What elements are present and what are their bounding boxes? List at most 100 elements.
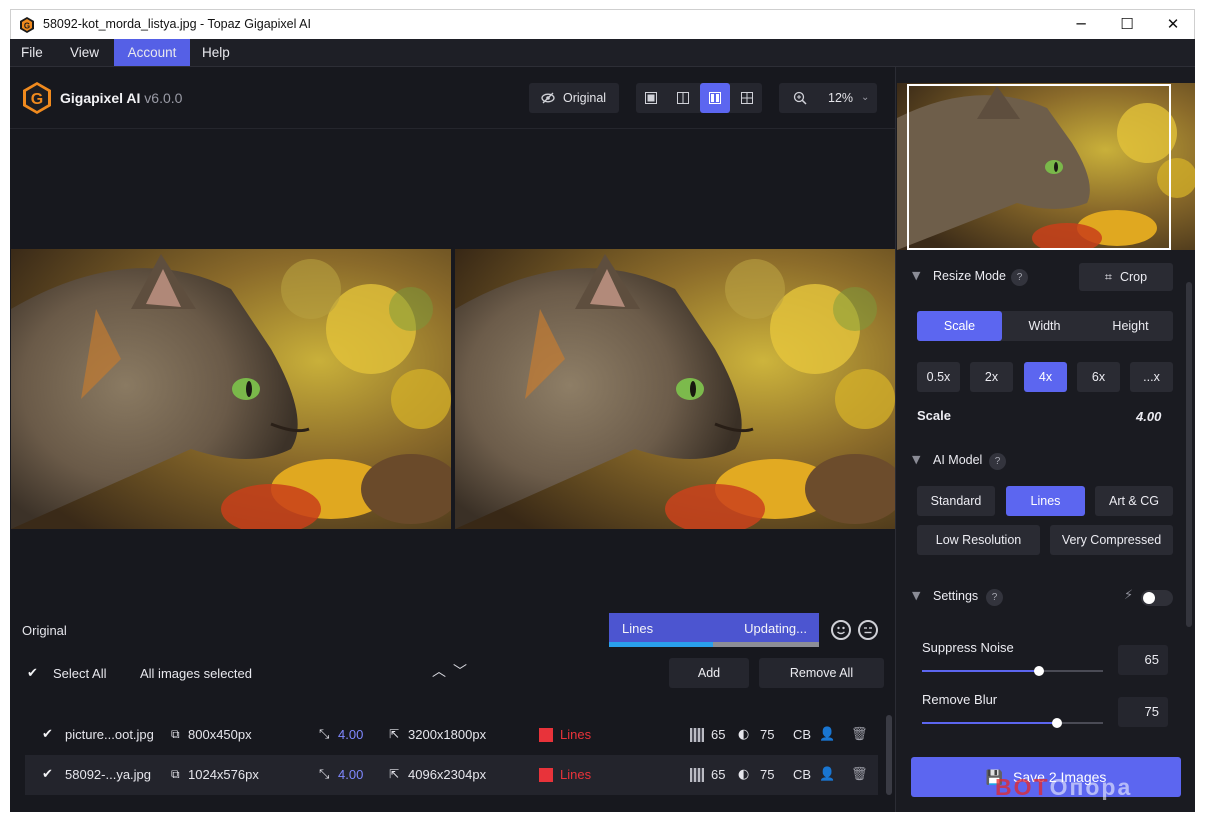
preview-original[interactable]: [11, 249, 451, 529]
window-title: 58092-kot_morda_listya.jpg - Topaz Gigap…: [43, 17, 311, 31]
move-up-icon[interactable]: ︿: [432, 661, 446, 681]
close-button[interactable]: ✕: [1150, 10, 1196, 39]
scale-label: Scale: [917, 408, 951, 423]
list-scrollbar[interactable]: [886, 715, 892, 795]
row-checkbox[interactable]: ✔: [42, 768, 56, 782]
model-name: Lines: [560, 767, 592, 782]
crop-label: Crop: [1119, 270, 1148, 284]
cat-image-original: [11, 249, 451, 529]
selection-status: All images selected: [140, 666, 252, 681]
file-name: picture...oot.jpg: [65, 727, 154, 742]
input-size-icon: ⧉: [171, 767, 180, 781]
chevron-down-icon: ▼: [912, 269, 921, 282]
eye-off-icon: [541, 92, 555, 104]
trash-icon[interactable]: 🗑: [851, 767, 868, 782]
suppress-noise-input[interactable]: 65: [1118, 645, 1168, 675]
model-low-resolution-button[interactable]: Low Resolution: [917, 525, 1040, 555]
help-icon[interactable]: ?: [989, 453, 1006, 470]
chevron-down-icon: ▼: [912, 589, 921, 602]
zoom-control[interactable]: 12% ⌄: [779, 83, 877, 113]
file-row[interactable]: ✔ 58092-...ya.jpg ⧉ 1024x576px ⤡ 4.00 ⇱ …: [25, 755, 878, 795]
scale-4x-button[interactable]: 4x: [1024, 362, 1067, 392]
split-view-icon: [677, 92, 689, 104]
view-grid-button[interactable]: [732, 83, 762, 113]
minimize-button[interactable]: ─: [1058, 10, 1104, 39]
single-view-icon: [645, 92, 657, 104]
move-down-icon[interactable]: ﹀: [453, 661, 467, 681]
gigapixel-logo: G: [23, 82, 51, 114]
navigator-viewport-frame[interactable]: [907, 84, 1171, 250]
panel-scrollbar[interactable]: [1186, 282, 1192, 627]
noise-icon: [690, 728, 704, 742]
view-mode-group: [636, 83, 762, 113]
watermark-part2: Опора: [1049, 774, 1133, 800]
remove-blur-input[interactable]: 75: [1118, 697, 1168, 727]
menu-account[interactable]: Account: [114, 39, 190, 66]
output-size: 4096x2304px: [408, 767, 487, 782]
original-toggle-button[interactable]: Original: [529, 83, 619, 113]
chevron-down-icon: ⌄: [861, 92, 870, 103]
scale-2x-button[interactable]: 2x: [970, 362, 1013, 392]
crop-icon: ⌗: [1104, 269, 1112, 284]
add-button[interactable]: Add: [669, 658, 749, 688]
select-all-label: Select All: [53, 666, 107, 681]
output-size: 3200x1800px: [408, 727, 487, 742]
scale-6x-button[interactable]: 6x: [1077, 362, 1120, 392]
input-size: 1024x576px: [188, 767, 259, 782]
model-lines-button[interactable]: Lines: [1006, 486, 1085, 516]
view-side-by-side-button[interactable]: [700, 83, 730, 113]
app-icon: G: [20, 17, 34, 33]
original-caption: Original: [22, 623, 67, 638]
ai-model-title: AI Model: [933, 453, 983, 467]
noise-value: 65: [711, 767, 726, 782]
chevron-down-icon: ▼: [912, 453, 921, 466]
grid-view-icon: [741, 92, 753, 104]
remove-blur-slider-knob[interactable]: [1052, 718, 1062, 728]
select-all-checkbox[interactable]: ✔: [27, 667, 41, 681]
neutral-feedback-icon[interactable]: [858, 620, 878, 640]
view-split-button[interactable]: [668, 83, 698, 113]
help-icon[interactable]: ?: [986, 589, 1003, 606]
mode-width-tab[interactable]: Width: [1002, 311, 1087, 341]
watermark-logo: BOTОпора: [995, 774, 1132, 801]
remove-blur-label: Remove Blur: [922, 692, 998, 707]
noise-value: 65: [711, 727, 726, 742]
face-recovery-icon[interactable]: 👤: [819, 727, 835, 742]
help-icon[interactable]: ?: [1011, 269, 1028, 286]
maximize-button[interactable]: ☐: [1104, 10, 1150, 39]
model-standard-button[interactable]: Standard: [917, 486, 995, 516]
model-name: Lines: [560, 727, 592, 742]
model-very-compressed-button[interactable]: Very Compressed: [1050, 525, 1173, 555]
progress-fill: [609, 642, 713, 647]
scale-0-5x-button[interactable]: 0.5x: [917, 362, 960, 392]
window-titlebar: G 58092-kot_morda_listya.jpg - Topaz Gig…: [10, 9, 1195, 39]
crop-button[interactable]: ⌗ Crop: [1079, 263, 1173, 291]
menu-view[interactable]: View: [59, 39, 110, 66]
model-art-cg-button[interactable]: Art & CG: [1095, 486, 1173, 516]
model-icon: [539, 768, 553, 782]
suppress-noise-slider-knob[interactable]: [1034, 666, 1044, 676]
mode-height-tab[interactable]: Height: [1088, 311, 1173, 341]
trash-icon[interactable]: 🗑: [851, 727, 868, 742]
mode-scale-tab[interactable]: Scale: [917, 311, 1002, 341]
file-name: 58092-...ya.jpg: [65, 767, 152, 782]
preview-processed[interactable]: [455, 249, 895, 529]
remove-all-button[interactable]: Remove All: [759, 658, 884, 688]
resize-mode-tabs: Scale Width Height: [917, 311, 1173, 341]
row-checkbox[interactable]: ✔: [42, 728, 56, 742]
auto-settings-toggle[interactable]: [1141, 590, 1173, 606]
blur-icon: ◐: [738, 767, 750, 782]
app-version: v6.0.0: [144, 90, 183, 106]
face-recovery-icon[interactable]: 👤: [819, 767, 835, 782]
view-single-button[interactable]: [636, 83, 666, 113]
ai-model-header[interactable]: ▼ AI Model ?: [896, 449, 1196, 473]
scale-value: 4.00: [338, 727, 364, 742]
smiley-feedback-icon[interactable]: [831, 620, 851, 640]
app-name: Gigapixel AI: [60, 90, 141, 106]
resize-mode-title: Resize Mode: [933, 269, 1006, 283]
menu-help[interactable]: Help: [191, 39, 241, 66]
noise-icon: [690, 768, 704, 782]
scale-custom-button[interactable]: ...x: [1130, 362, 1173, 392]
file-row[interactable]: ✔ picture...oot.jpg ⧉ 800x450px ⤡ 4.00 ⇱…: [25, 715, 878, 755]
menu-file[interactable]: File: [10, 39, 54, 66]
